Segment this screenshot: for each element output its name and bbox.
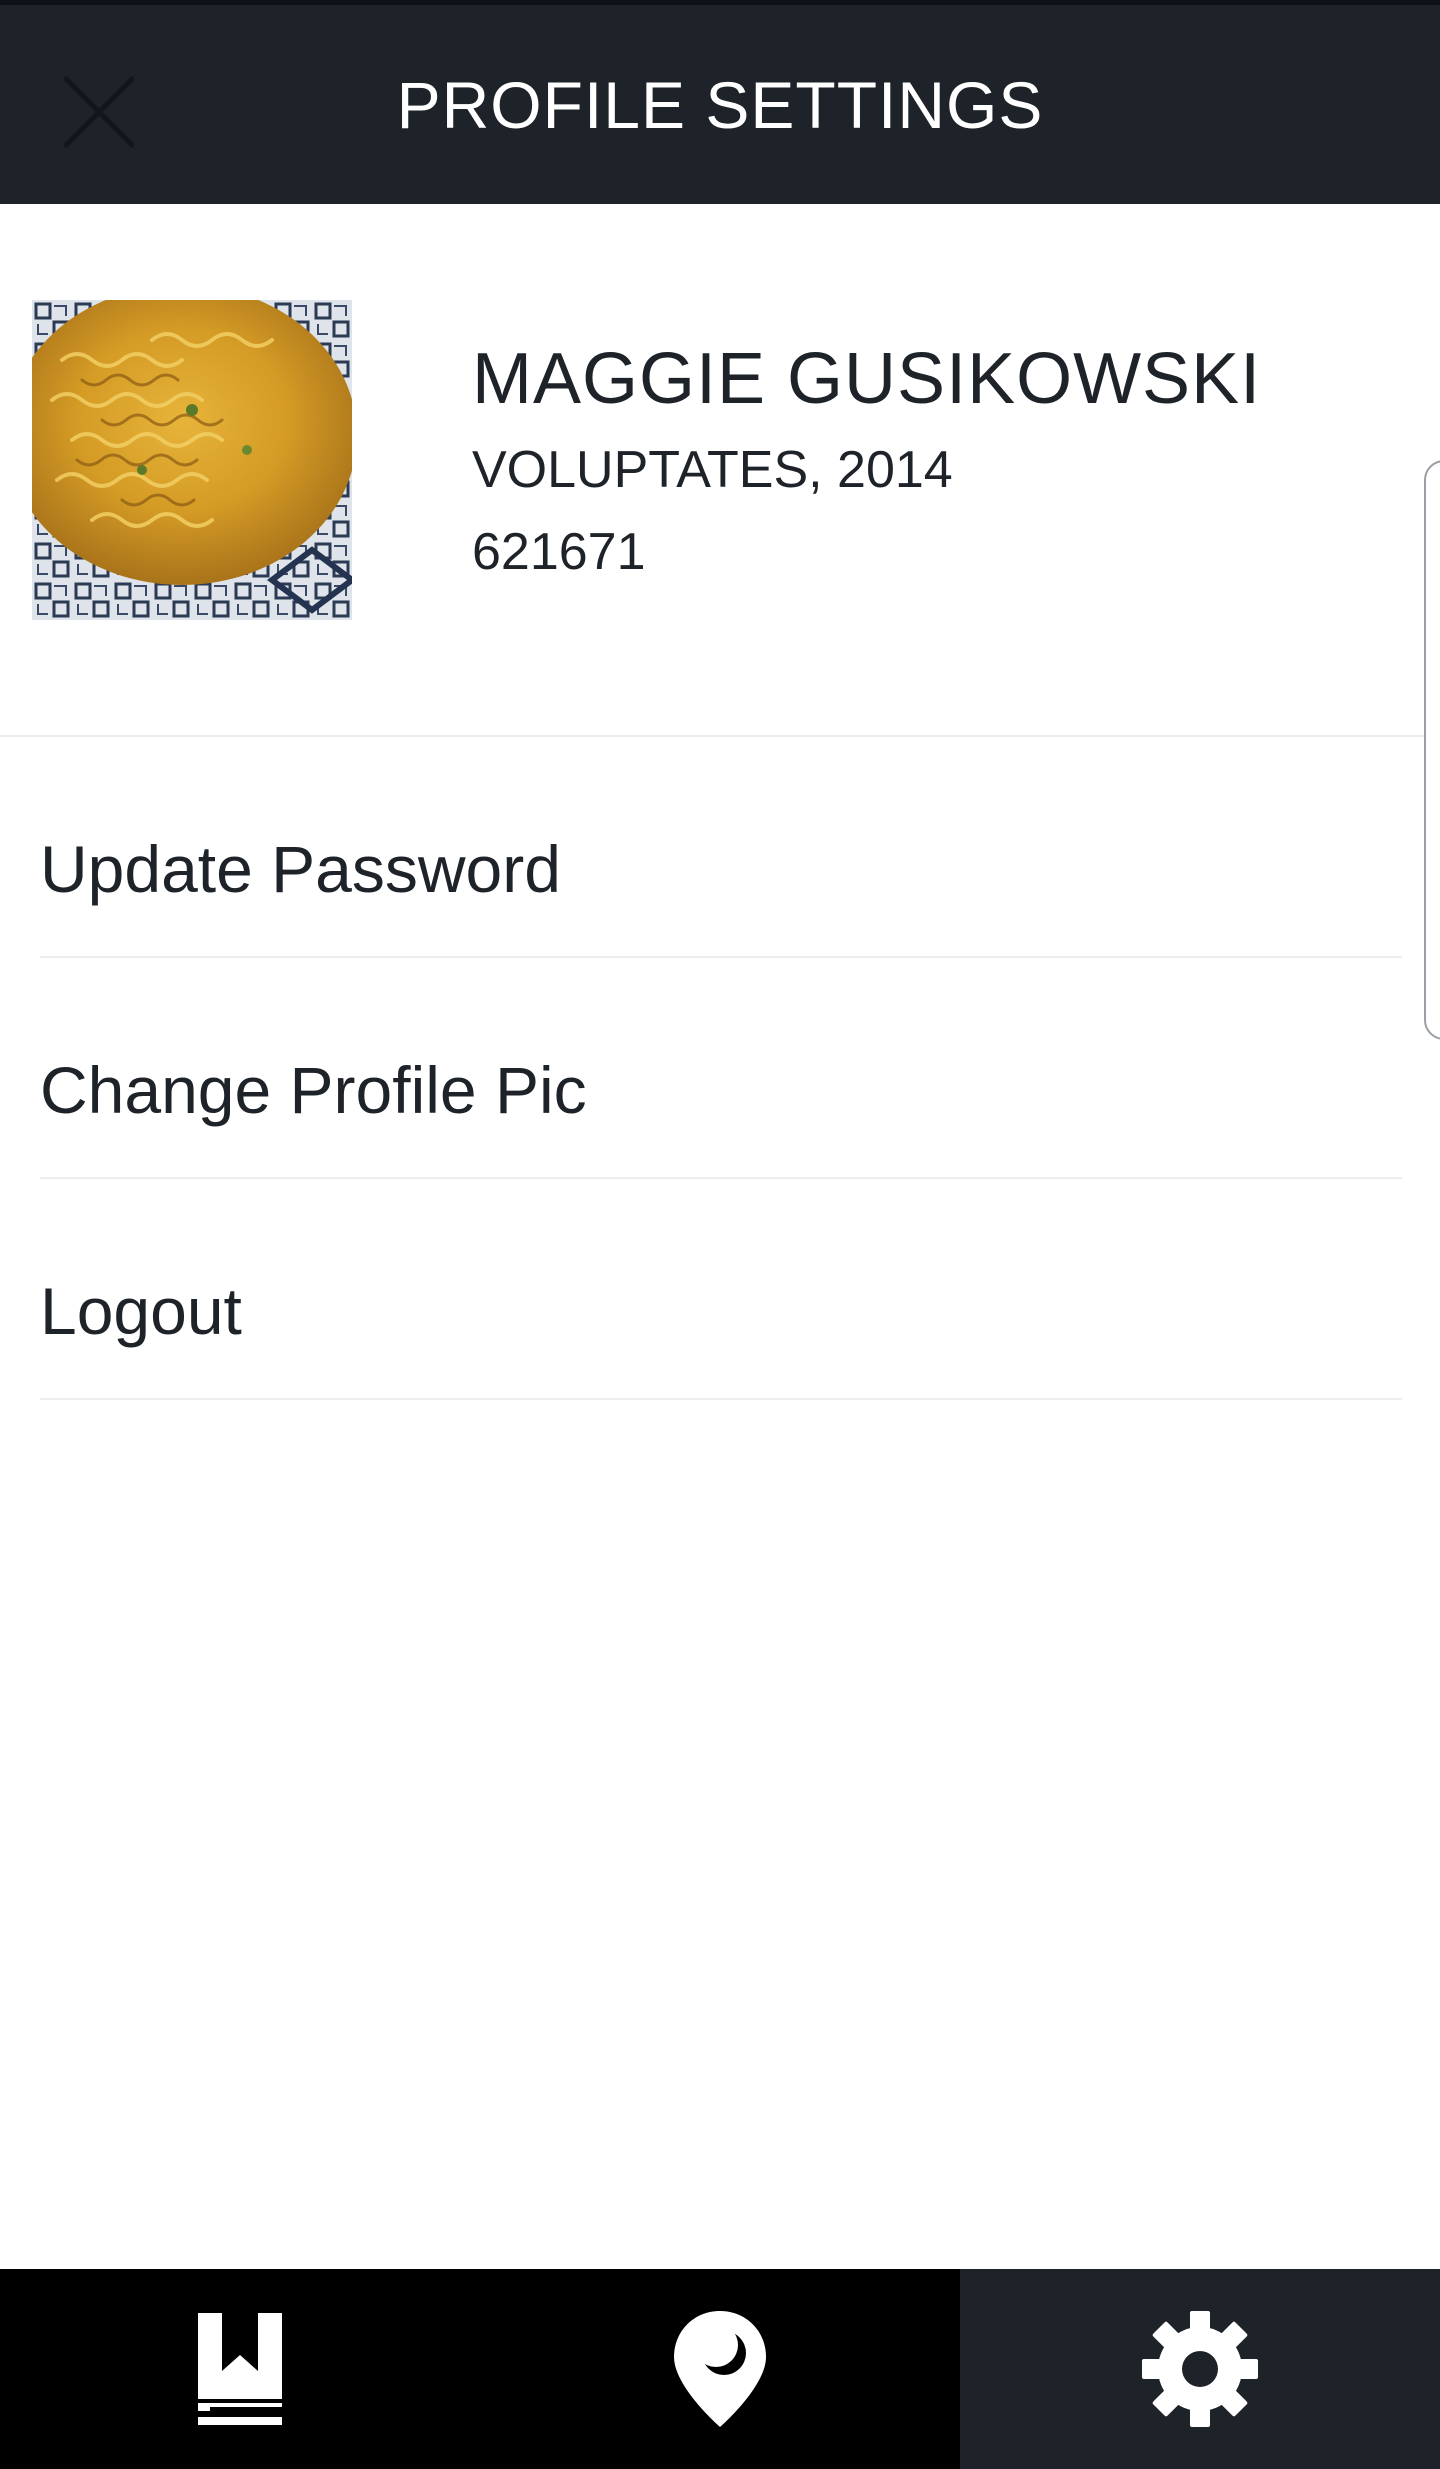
menu-item-label: Update Password — [40, 832, 561, 906]
nav-tab-map[interactable] — [480, 2269, 960, 2469]
profile-number: 621671 — [472, 523, 646, 581]
change-profile-pic-item[interactable]: Change Profile Pic — [40, 958, 1402, 1179]
profile-card: MAGGIE GUSIKOWSKI VOLUPTATES, 2014 62167… — [0, 204, 1440, 737]
side-drawer-handle[interactable] — [1424, 460, 1440, 1040]
menu-item-label: Logout — [40, 1274, 242, 1348]
settings-menu: Update Password Change Profile Pic Logou… — [40, 737, 1402, 1400]
page-title: PROFILE SETTINGS — [396, 68, 1044, 142]
location-pin-icon — [674, 2311, 766, 2427]
logout-item[interactable]: Logout — [40, 1179, 1402, 1400]
gear-icon — [1142, 2311, 1258, 2427]
avatar[interactable] — [32, 300, 352, 620]
menu-item-label: Change Profile Pic — [40, 1053, 587, 1127]
bottom-nav-bar — [0, 2269, 1440, 2469]
nav-tab-library[interactable] — [0, 2269, 480, 2469]
update-password-item[interactable]: Update Password — [40, 737, 1402, 958]
profile-photo — [32, 300, 352, 620]
profile-subtitle: VOLUPTATES, 2014 — [472, 441, 953, 499]
nav-tab-settings[interactable] — [960, 2269, 1440, 2469]
bookmark-book-icon — [198, 2313, 282, 2425]
app-header: PROFILE SETTINGS — [0, 5, 1440, 204]
profile-name: MAGGIE GUSIKOWSKI — [472, 339, 1262, 419]
